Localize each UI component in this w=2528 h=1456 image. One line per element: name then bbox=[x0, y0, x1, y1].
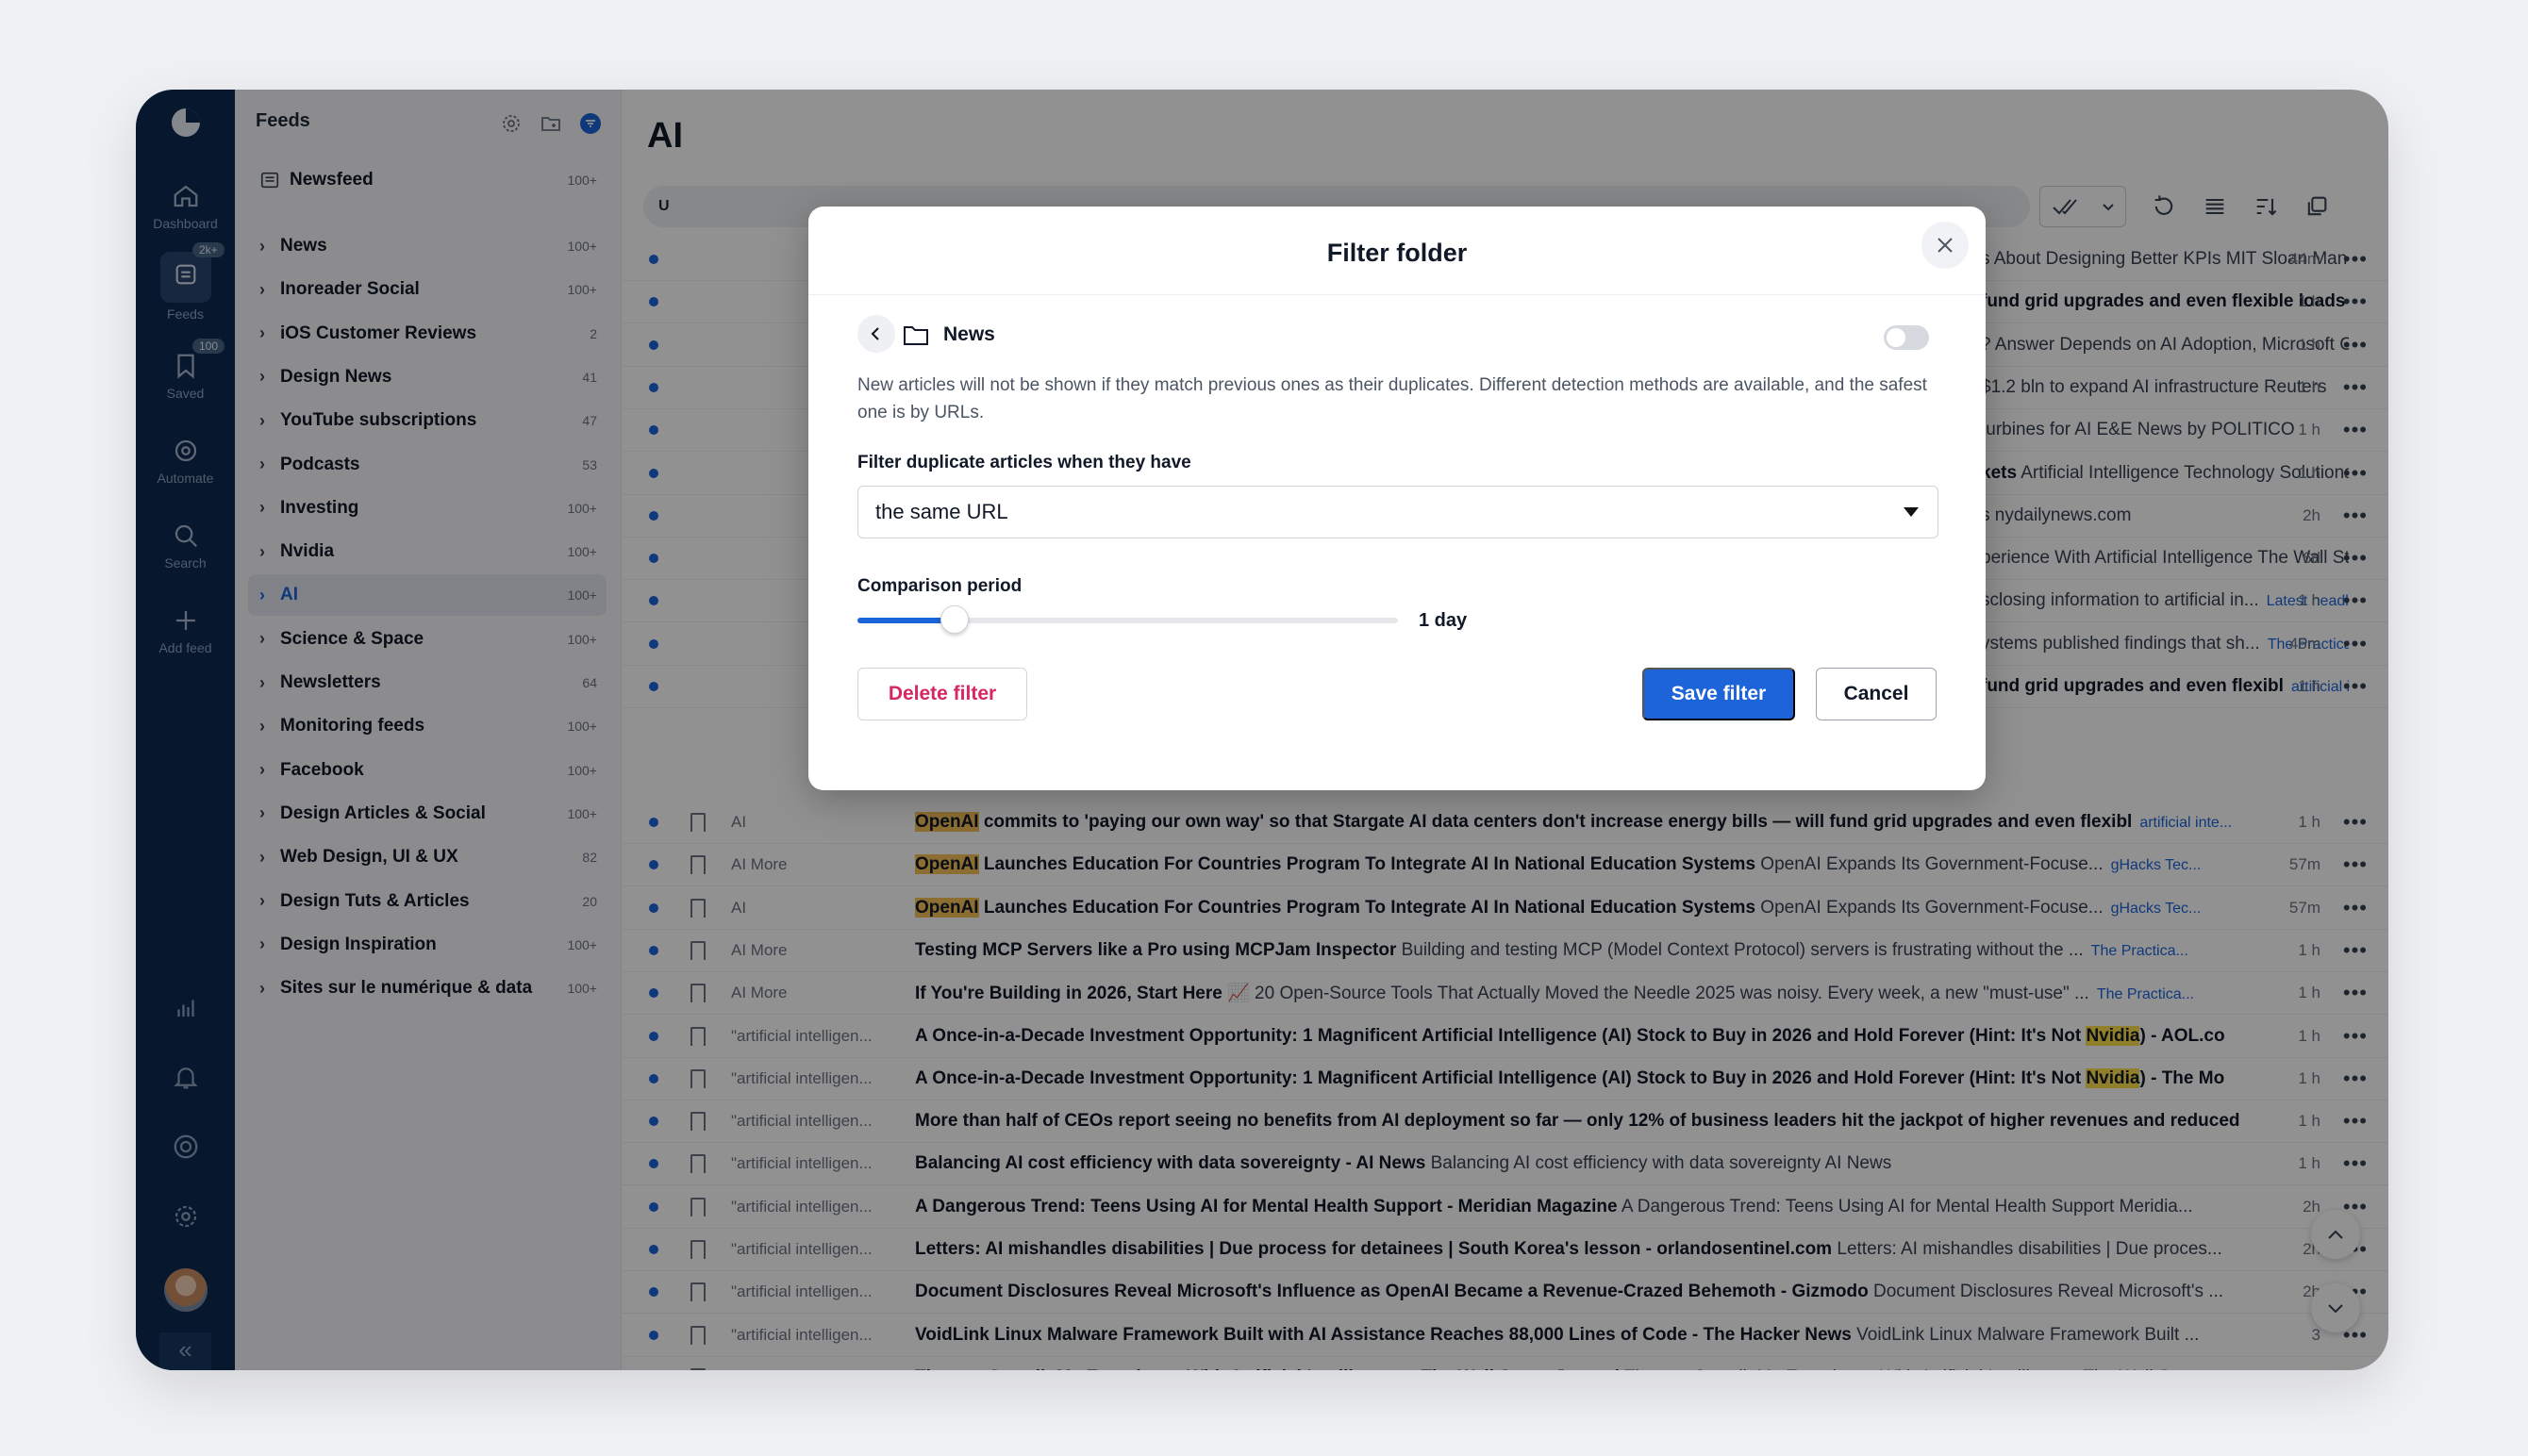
app-window: Dashboard Feeds 2k+ Saved 100 Automate S… bbox=[136, 90, 2388, 1370]
period-value: 1 day bbox=[1419, 610, 1468, 631]
period-slider[interactable] bbox=[857, 605, 1398, 634]
filter-description: New articles will not be shown if they m… bbox=[857, 375, 1927, 422]
period-label: Comparison period bbox=[857, 576, 1023, 596]
cancel-button[interactable]: Cancel bbox=[1816, 668, 1937, 720]
filter-folder-dialog: Filter folder News New articles will not… bbox=[808, 207, 1986, 790]
close-button[interactable] bbox=[1921, 222, 1969, 269]
chevron-left-icon bbox=[871, 327, 879, 340]
save-filter-button[interactable]: Save filter bbox=[1642, 668, 1795, 720]
folder-name: News bbox=[943, 323, 995, 345]
folder-icon bbox=[904, 326, 928, 345]
close-icon bbox=[1938, 238, 1953, 253]
filter-label: Filter duplicate articles when they have bbox=[857, 453, 1191, 472]
select-value: the same URL bbox=[875, 500, 1008, 523]
filter-toggle[interactable] bbox=[1884, 325, 1929, 350]
back-button[interactable] bbox=[857, 315, 895, 353]
duplicate-criteria-select[interactable]: the same URL bbox=[857, 486, 1938, 538]
dialog-title: Filter folder bbox=[1326, 239, 1468, 267]
caret-down-icon bbox=[1904, 507, 1919, 517]
slider-handle[interactable] bbox=[940, 605, 970, 634]
divider bbox=[808, 294, 1986, 295]
delete-filter-button[interactable]: Delete filter bbox=[857, 668, 1027, 720]
